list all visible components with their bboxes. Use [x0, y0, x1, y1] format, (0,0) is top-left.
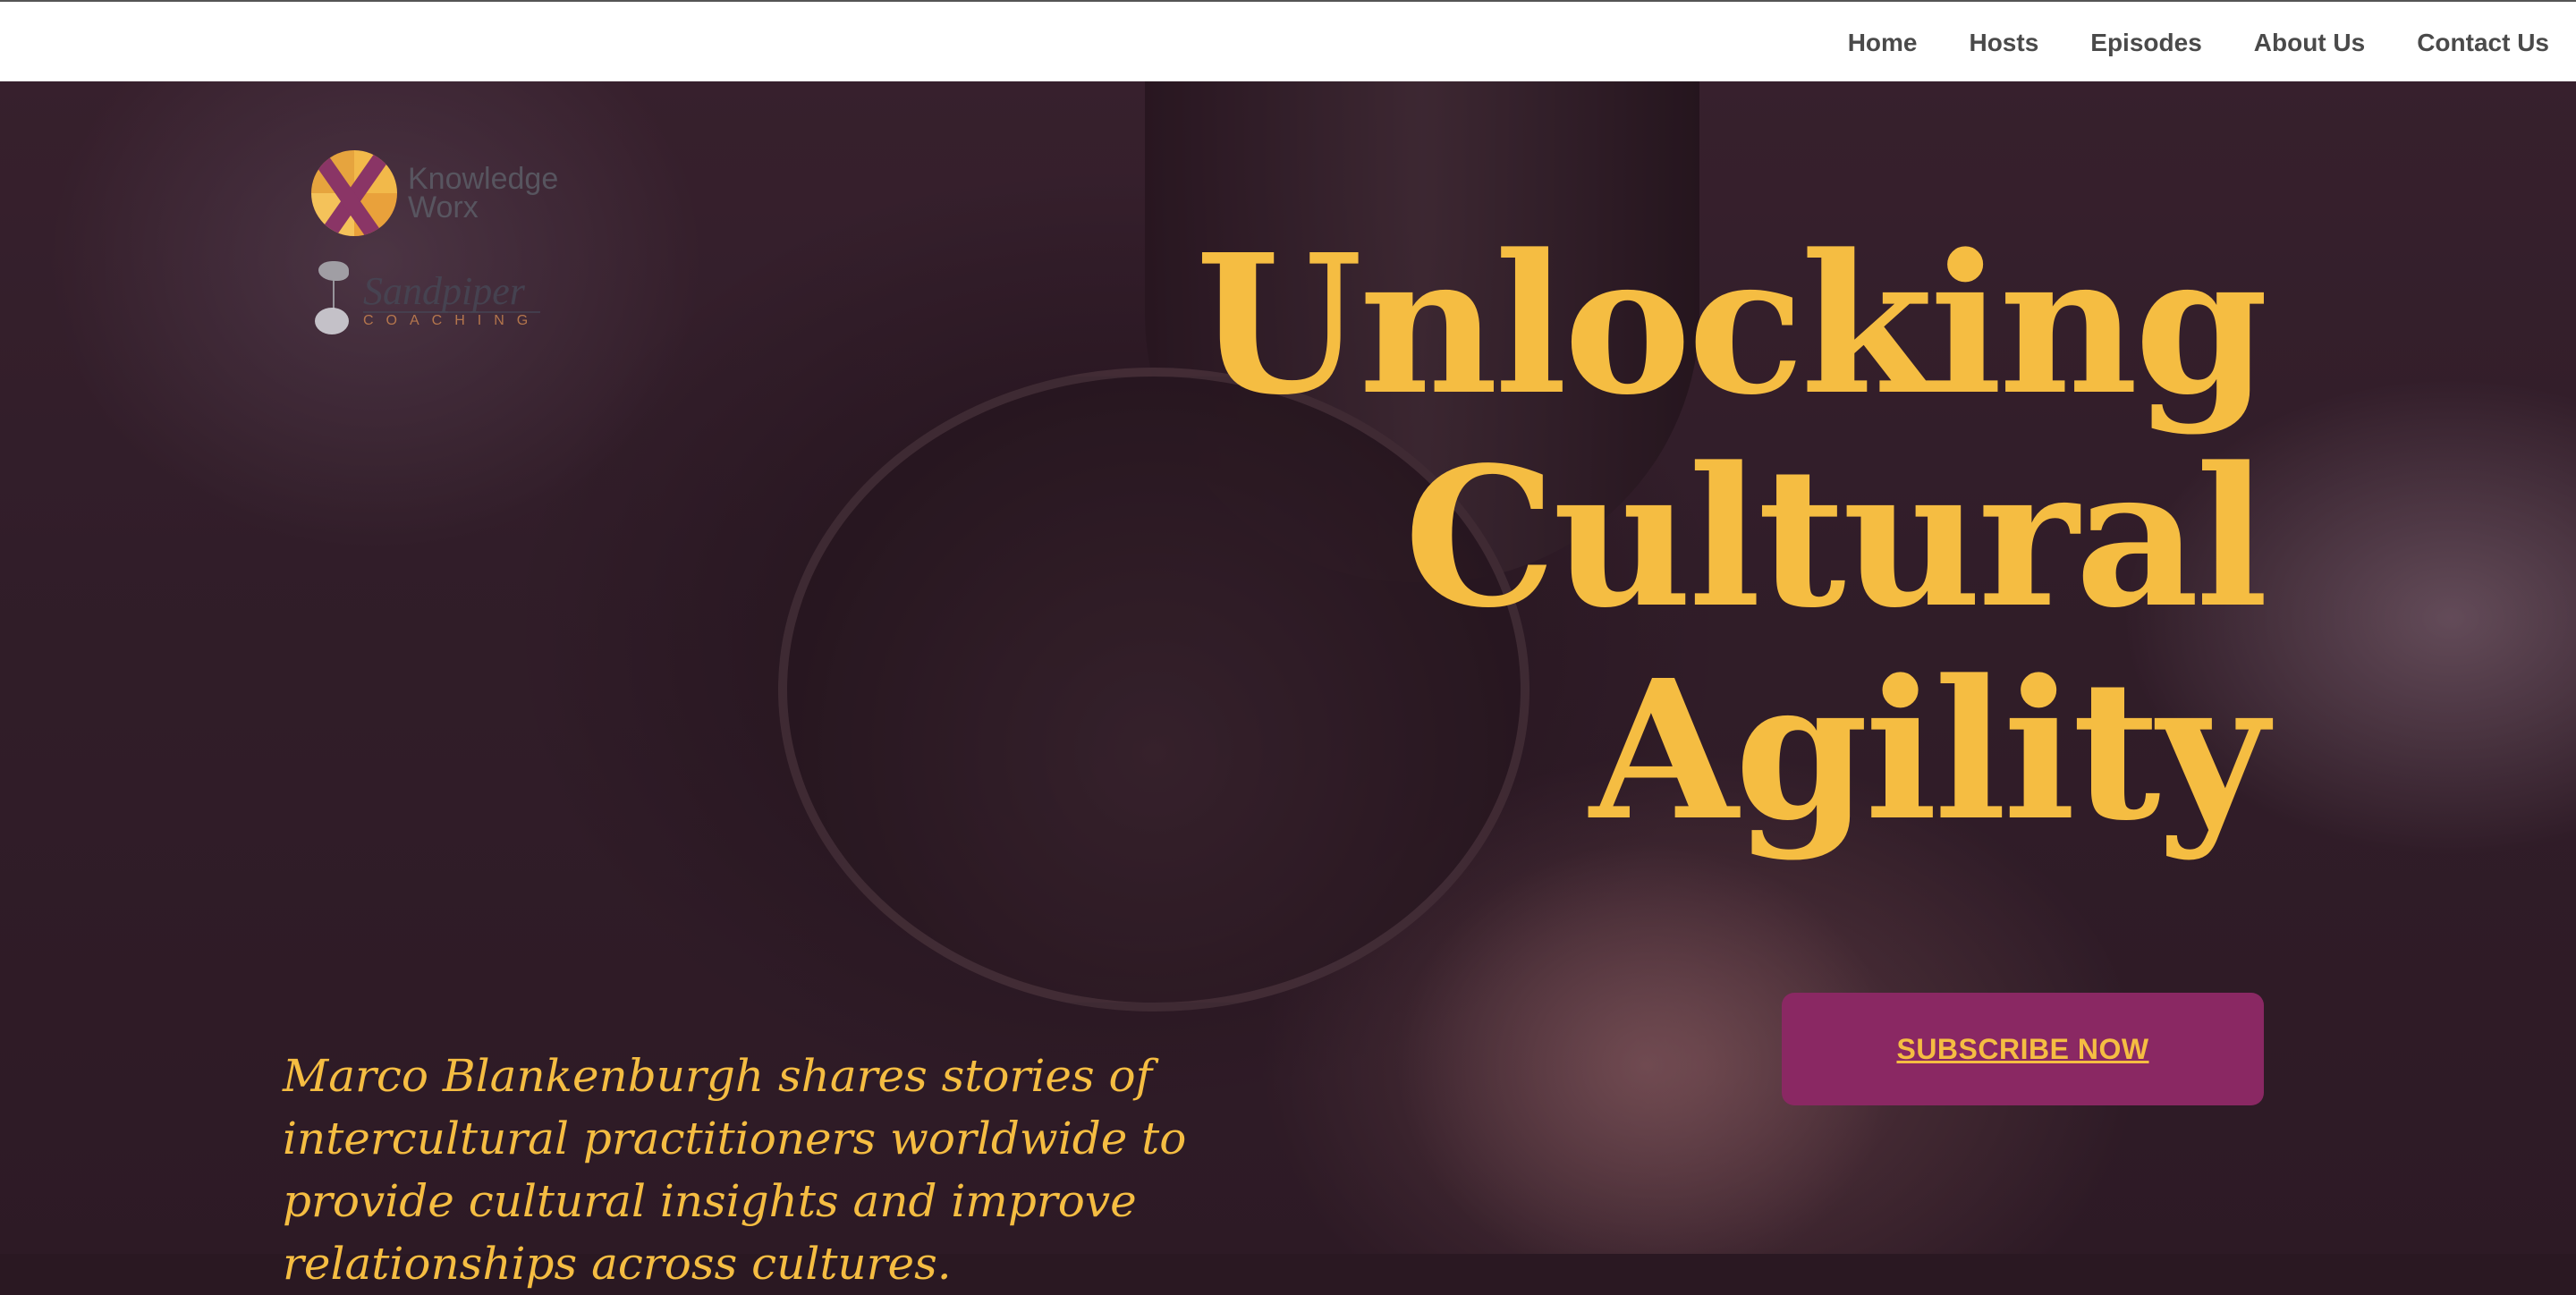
knowledge-worx-logo: Knowledge Worx [311, 150, 558, 236]
headline-line-3: Agility [1589, 639, 2268, 863]
main-nav: Home Hosts Episodes About Us Contact Us [1848, 2, 2549, 83]
sandpiper-logo-text: Sandpiper COACHING [363, 269, 541, 328]
hero-intro-text: Marco Blankenburgh shares stories of int… [283, 1050, 1187, 1290]
headline-line-1: Unlocking [1195, 213, 2268, 437]
sandpiper-coaching-logo: Sandpiper COACHING [311, 258, 541, 343]
sandpiper-bird-icon [311, 258, 354, 343]
nav-episodes[interactable]: Episodes [2090, 29, 2201, 57]
nav-hosts[interactable]: Hosts [1969, 29, 2038, 57]
top-navigation-bar: Home Hosts Episodes About Us Contact Us [0, 0, 2576, 81]
headline-line-2: Cultural [1403, 426, 2268, 650]
knowledge-worx-logo-icon [311, 150, 397, 236]
knowledge-worx-logo-text: Knowledge Worx [408, 162, 559, 224]
subscribe-now-button[interactable]: SUBSCRIBE NOW [1782, 993, 2264, 1105]
nav-contact-us[interactable]: Contact Us [2417, 29, 2549, 57]
hero-headline: Unlocking Cultural Agility [1013, 213, 2268, 863]
nav-home[interactable]: Home [1848, 29, 1918, 57]
nav-about-us[interactable]: About Us [2254, 29, 2365, 57]
subscribe-now-label: SUBSCRIBE NOW [1896, 1032, 2149, 1065]
